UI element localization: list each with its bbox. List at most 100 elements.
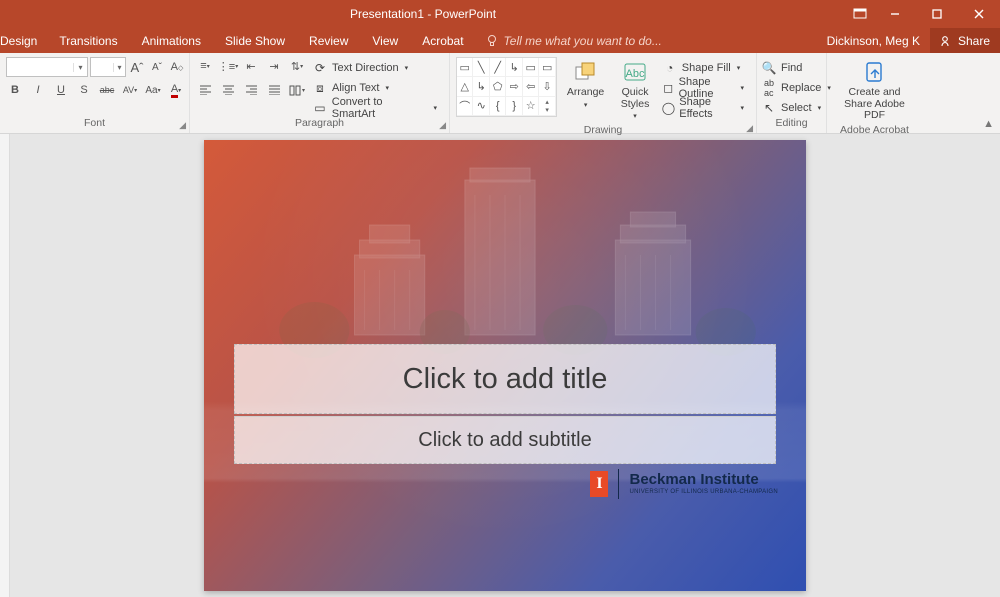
tab-design[interactable]: Design — [0, 28, 47, 53]
clear-formatting-button[interactable]: A◇ — [168, 58, 186, 76]
collapse-ribbon-icon[interactable]: ▲ — [983, 118, 994, 130]
find-button[interactable]: 🔍Find — [761, 59, 837, 77]
tab-animations[interactable]: Animations — [130, 28, 213, 53]
increase-indent-button[interactable]: ⇥ — [265, 57, 283, 75]
acrobat-button-label: Create and Share Adobe PDF — [837, 87, 912, 122]
convert-smartart-button[interactable]: ▭Convert to SmartArt▾ — [312, 99, 443, 117]
arrange-button[interactable]: Arrange▾ — [563, 57, 608, 112]
shape-arrowdown-icon[interactable]: ⇩ — [539, 77, 555, 96]
italic-button[interactable]: I — [29, 81, 47, 99]
close-button[interactable] — [958, 0, 1000, 28]
line-spacing-button[interactable]: ⇅▾ — [288, 57, 306, 75]
logo-sub-text: UNIVERSITY OF ILLINOIS URBANA-CHAMPAIGN — [629, 489, 778, 496]
share-icon — [940, 34, 953, 47]
align-center-button[interactable] — [219, 81, 237, 99]
shape-rect2-icon[interactable]: ▭ — [523, 58, 539, 77]
workspace: Click to add title Click to add subtitle… — [0, 134, 1000, 597]
group-label-drawing: Drawing◢ — [450, 124, 756, 136]
shape-line2-icon[interactable]: ╱ — [490, 58, 506, 77]
title-placeholder[interactable]: Click to add title — [234, 344, 776, 414]
justify-button[interactable] — [265, 81, 283, 99]
svg-text:Abc: Abc — [626, 68, 645, 80]
shrink-font-button[interactable]: Aˇ — [148, 58, 166, 76]
group-label-paragraph: Paragraph◢ — [190, 117, 449, 133]
user-name[interactable]: Dickinson, Meg K — [817, 34, 930, 48]
ribbon-display-options-icon[interactable] — [846, 8, 874, 20]
shape-brace-r-icon[interactable]: } — [506, 97, 522, 116]
shape-brace-l-icon[interactable]: { — [490, 97, 506, 116]
shape-fill-icon: ◔ — [662, 60, 678, 76]
text-shadow-button[interactable]: S — [75, 81, 93, 99]
arrange-icon — [573, 59, 599, 85]
font-color-button[interactable]: A▾ — [167, 81, 185, 99]
decrease-indent-button[interactable]: ⇤ — [242, 57, 260, 75]
tab-view[interactable]: View — [360, 28, 410, 53]
shape-arrow-icon[interactable]: ⇨ — [506, 77, 522, 96]
share-button[interactable]: Share — [930, 28, 1000, 53]
quick-styles-button[interactable]: Abc Quick Styles▾ — [614, 57, 656, 124]
shape-rect-icon[interactable]: ▭ — [457, 58, 473, 77]
slide-thumbnail-pane[interactable] — [0, 134, 10, 597]
char-spacing-button[interactable]: AV▾ — [121, 81, 139, 99]
smartart-icon: ▭ — [312, 100, 328, 116]
shape-pentagon-icon[interactable]: ⬠ — [490, 77, 506, 96]
shape-curve-icon[interactable]: ∿ — [473, 97, 489, 116]
tab-review[interactable]: Review — [297, 28, 360, 53]
bold-button[interactable]: B — [6, 81, 24, 99]
group-acrobat: Create and Share Adobe PDF Adobe Acrobat — [827, 53, 922, 133]
strikethrough-button[interactable]: abc — [98, 81, 116, 99]
window-controls — [846, 0, 1000, 28]
shape-star-icon[interactable]: ☆ — [523, 97, 539, 116]
shape-outline-button[interactable]: ◻Shape Outline▾ — [662, 79, 750, 97]
columns-button[interactable]: ▾ — [288, 81, 306, 99]
group-drawing: ▭ ╲ ╱ ↳ ▭ ▭ △ ↳ ⬠ ⇨ ⇦ ⇩ ⌒ ∿ — [450, 53, 757, 133]
minimize-button[interactable] — [874, 0, 916, 28]
replace-icon: abac — [761, 80, 777, 96]
create-share-pdf-button[interactable]: Create and Share Adobe PDF — [833, 57, 916, 124]
shape-arrow2-icon[interactable]: ⇦ — [523, 77, 539, 96]
font-family-combo[interactable]: ▾ — [6, 57, 88, 77]
tab-acrobat[interactable]: Acrobat — [410, 28, 475, 53]
dialog-launcher-icon[interactable]: ◢ — [439, 120, 446, 131]
align-text-button[interactable]: ⧈Align Text▾ — [312, 79, 443, 97]
shape-rect3-icon[interactable]: ▭ — [539, 58, 555, 77]
grow-font-button[interactable]: Aˆ — [128, 58, 146, 76]
group-label-font: Font◢ — [0, 117, 189, 133]
align-left-button[interactable] — [196, 81, 214, 99]
dialog-launcher-icon[interactable]: ◢ — [746, 123, 753, 134]
change-case-button[interactable]: Aa▾ — [144, 81, 162, 99]
font-size-combo[interactable]: ▾ — [90, 57, 126, 77]
maximize-button[interactable] — [916, 0, 958, 28]
numbering-button[interactable]: ⋮≡▾ — [219, 57, 237, 75]
tab-slideshow[interactable]: Slide Show — [213, 28, 297, 53]
shapes-gallery[interactable]: ▭ ╲ ╱ ↳ ▭ ▭ △ ↳ ⬠ ⇨ ⇦ ⇩ ⌒ ∿ — [456, 57, 557, 117]
find-icon: 🔍 — [761, 60, 777, 76]
ribbon: ▾ ▾ Aˆ Aˇ A◇ B I U S abc AV▾ Aa▾ A▾ Font… — [0, 53, 1000, 134]
shape-triangle-icon[interactable]: △ — [457, 77, 473, 96]
shapes-more-icon[interactable]: ▴▾ — [539, 97, 555, 116]
select-button[interactable]: ↖Select▾ — [761, 99, 837, 117]
tell-me-text: Tell me what you want to do... — [504, 34, 662, 48]
shape-effects-icon: ◯ — [662, 100, 675, 116]
tab-transitions[interactable]: Transitions — [47, 28, 129, 53]
underline-button[interactable]: U — [52, 81, 70, 99]
subtitle-placeholder-text: Click to add subtitle — [418, 429, 591, 452]
group-label-editing: Editing — [757, 117, 826, 133]
subtitle-placeholder[interactable]: Click to add subtitle — [234, 416, 776, 464]
shape-connector-icon[interactable]: ↳ — [506, 58, 522, 77]
align-right-button[interactable] — [242, 81, 260, 99]
group-paragraph: ≡▾ ⋮≡▾ ⇤ ⇥ ⇅▾ ▾ ⟳Text Direction▾ ⧈Align … — [190, 53, 450, 133]
replace-button[interactable]: abacReplace▾ — [761, 79, 837, 97]
shape-arc-icon[interactable]: ⌒ — [457, 97, 473, 116]
dialog-launcher-icon[interactable]: ◢ — [179, 120, 186, 131]
shape-line-icon[interactable]: ╲ — [473, 58, 489, 77]
slide[interactable]: Click to add title Click to add subtitle… — [204, 140, 806, 591]
shape-effects-button[interactable]: ◯Shape Effects▾ — [662, 99, 750, 117]
bullets-button[interactable]: ≡▾ — [196, 57, 214, 75]
text-direction-button[interactable]: ⟳Text Direction▾ — [312, 59, 443, 77]
slide-canvas-area[interactable]: Click to add title Click to add subtitle… — [10, 134, 1000, 597]
tell-me-search[interactable]: Tell me what you want to do... — [476, 34, 662, 48]
shape-connector2-icon[interactable]: ↳ — [473, 77, 489, 96]
shape-fill-button[interactable]: ◔Shape Fill▾ — [662, 59, 750, 77]
acrobat-icon — [862, 59, 888, 85]
